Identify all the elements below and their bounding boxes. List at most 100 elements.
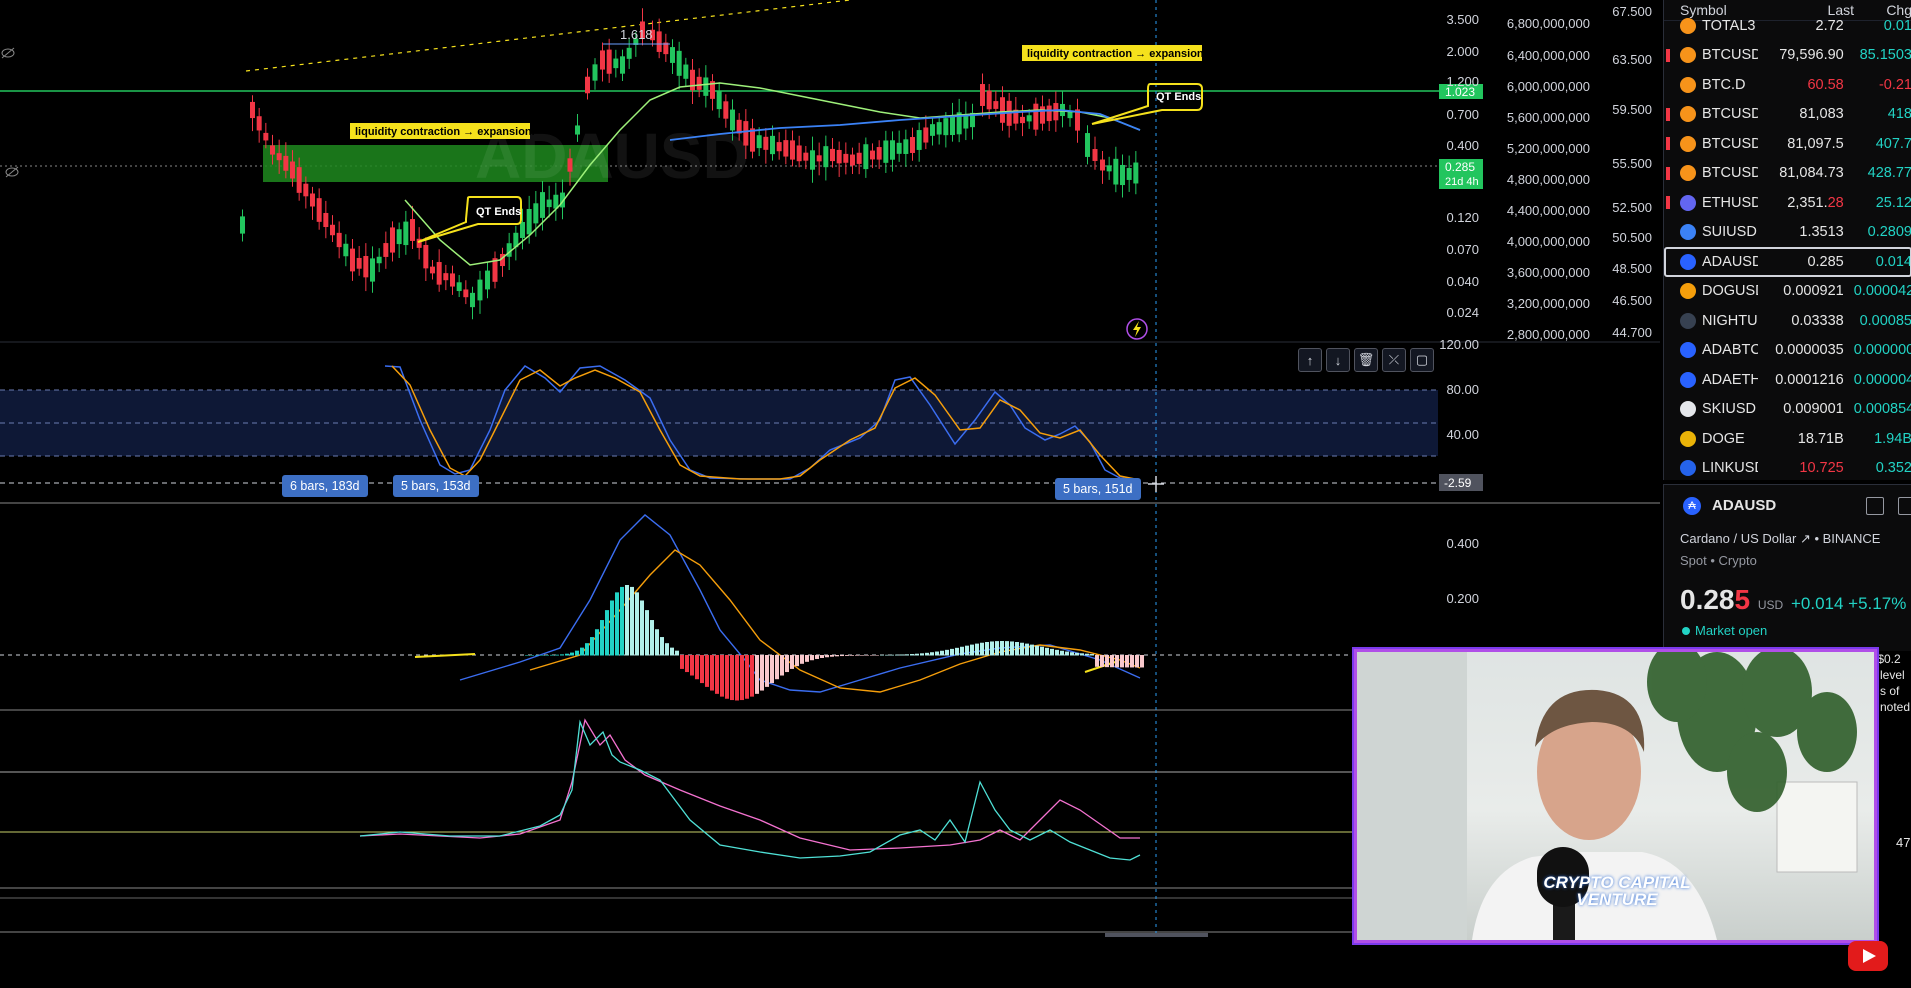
watchlist-row[interactable]: DOGE 18.71B 1.94B bbox=[1664, 424, 1911, 454]
watchlist-last: 2,351.28 bbox=[1787, 194, 1844, 211]
night-icon bbox=[1680, 312, 1696, 329]
watchlist-chg: 0.00085 bbox=[1859, 312, 1911, 329]
watchlist-row[interactable]: BTCUSD 81,097.5 407.7 bbox=[1664, 129, 1911, 159]
watchlist-chg: 0.000004 bbox=[1853, 371, 1911, 388]
axis-tick-label: 6,800,000,000 bbox=[1507, 16, 1590, 31]
cardano-icon bbox=[1680, 253, 1696, 270]
watchlist-last: 0.03338 bbox=[1791, 312, 1844, 329]
watchlist-symbol: BTCUSD bbox=[1702, 135, 1759, 152]
edit-icon[interactable] bbox=[1898, 497, 1911, 515]
axis-tick-label: 59.500 bbox=[1612, 102, 1652, 117]
watchlist-row[interactable]: ADABTC 0.0000035 0.000000 bbox=[1664, 336, 1911, 366]
watchlist-row[interactable]: LINKUSD 10.725 0.352 bbox=[1664, 454, 1911, 481]
liquidity-label: liquidity contraction → expansion. bbox=[355, 126, 535, 138]
rsi-axis[interactable]: 120.00 80.00 40.00 bbox=[1439, 337, 1479, 442]
cap-axis[interactable]: 6,800,000,000 6,400,000,000 6,000,000,000 5… bbox=[1507, 16, 1590, 342]
axis-tick-label: 44.700 bbox=[1612, 325, 1652, 340]
bar-count-label: 6 bars, 183d bbox=[282, 475, 368, 497]
watchlist-panel[interactable]: Symbol Last Chg TOTAL3 2.72 0.01 BTCUSD 79,5… bbox=[1663, 0, 1911, 480]
watchlist-chg: -0.21 bbox=[1878, 76, 1911, 93]
watchlist-last: 0.285 bbox=[1807, 253, 1844, 270]
watchlist-row[interactable]: NIGHTUSD 0.03338 0.00085 bbox=[1664, 306, 1911, 336]
liquidity-label: liquidity contraction → expansion. bbox=[1027, 48, 1207, 60]
watchlist-symbol: DOGUSD bbox=[1702, 283, 1758, 300]
axis-tick-label: 4,400,000,000 bbox=[1507, 203, 1590, 218]
watchlist-row[interactable]: SKIUSD 0.009001 0.000854 bbox=[1664, 395, 1911, 425]
details-symbol[interactable]: ADAUSD bbox=[1712, 497, 1776, 514]
visibility-icon[interactable] bbox=[5, 166, 19, 178]
maximize-pane-button[interactable]: ▢ bbox=[1410, 348, 1434, 372]
axis-tick-label: 5,200,000,000 bbox=[1507, 141, 1590, 156]
price-now-countdown: 21d 4h bbox=[1445, 176, 1479, 188]
axis-tick-label: 0.070 bbox=[1446, 242, 1479, 257]
watchlist-chg: 418 bbox=[1887, 106, 1911, 123]
watchlist-symbol: SUIUSD bbox=[1702, 224, 1757, 241]
axis-tick-label: 6,400,000,000 bbox=[1507, 48, 1590, 63]
watchlist-row[interactable]: ADAUSD 0.285 0.014 bbox=[1664, 247, 1911, 277]
visibility-icon[interactable] bbox=[1, 47, 15, 59]
watchlist-last: 10.725 bbox=[1799, 460, 1844, 477]
details-name: Cardano / US Dollar ↗ • BINANCE bbox=[1680, 531, 1881, 546]
side-note: noted bbox=[1880, 700, 1911, 714]
watchlist-chg: 0.352 bbox=[1875, 460, 1911, 477]
webcam-overlay: CRYPTO CAPITAL VENTURE bbox=[1354, 649, 1877, 943]
watchlist-chg: 0.2809 bbox=[1867, 224, 1911, 241]
watchlist-chg: 0.000854 bbox=[1853, 401, 1911, 418]
watchlist-last: 0.0000035 bbox=[1775, 342, 1844, 359]
watchlist-row[interactable]: ADAETH 0.0001216 0.000004 bbox=[1664, 365, 1911, 395]
watchlist-chg: 85.1503 bbox=[1859, 47, 1911, 64]
details-price: 0.285 USD +0.014 +5.17% bbox=[1680, 584, 1907, 615]
watchlist-last: 0.0001216 bbox=[1775, 371, 1844, 388]
watchlist-row[interactable]: TOTAL3 2.72 0.01 bbox=[1664, 11, 1911, 41]
watchlist-symbol: BTCUSD bbox=[1702, 106, 1759, 123]
fib-label: 1.618 bbox=[620, 27, 653, 42]
watchlist-last: 79,596.90 bbox=[1779, 47, 1844, 64]
collapse-pane-button[interactable]: ⤫ bbox=[1382, 348, 1406, 372]
side-note: level bbox=[1880, 668, 1905, 682]
watchlist-row[interactable]: BTC.D 60.58 -0.21 bbox=[1664, 70, 1911, 100]
watchlist-last: 81,084.73 bbox=[1779, 165, 1844, 182]
move-down-button[interactable]: ↓ bbox=[1326, 348, 1350, 372]
flag-icon[interactable] bbox=[1666, 48, 1670, 62]
watchlist-last: 18.71B bbox=[1797, 430, 1844, 447]
flag-icon[interactable] bbox=[1666, 107, 1670, 121]
watchlist-chg: 0.014 bbox=[1875, 253, 1911, 270]
axis-tick-label: 50.500 bbox=[1612, 230, 1652, 245]
youtube-icon[interactable] bbox=[1848, 941, 1888, 971]
move-up-button[interactable]: ↑ bbox=[1298, 348, 1322, 372]
dog-icon bbox=[1680, 283, 1696, 300]
axis-tick-label: 4,000,000,000 bbox=[1507, 234, 1590, 249]
watchlist-symbol: BTCUSD bbox=[1702, 47, 1759, 64]
bitcoin-icon bbox=[1680, 47, 1696, 64]
watchlist-last: 0.000921 bbox=[1783, 283, 1844, 300]
watchlist-symbol: ETHUSD bbox=[1702, 194, 1759, 211]
flag-icon[interactable] bbox=[1666, 137, 1670, 150]
secondary-axis[interactable]: 67.500 63.500 59.500 55.500 52.500 50.500 48.5… bbox=[1612, 4, 1652, 340]
watchlist-row[interactable]: DOGUSD 0.000921 0.000042 bbox=[1664, 277, 1911, 307]
side-number: 47 bbox=[1896, 835, 1911, 850]
macd-axis[interactable]: 0.400 0.200 bbox=[1446, 536, 1479, 606]
watchlist-row[interactable]: BTCUSD 81,083 418 bbox=[1664, 100, 1911, 130]
macd-histogram bbox=[525, 585, 1144, 701]
rsi-value-tag-text: -2.59 bbox=[1444, 476, 1472, 490]
axis-tick-label: 48.500 bbox=[1612, 261, 1652, 276]
brand-logo: CRYPTO CAPITAL VENTURE bbox=[1543, 873, 1691, 909]
watchlist-symbol: BTCUSD bbox=[1702, 165, 1759, 182]
watchlist-row[interactable]: BTCUSD 81,084.73 428.77 bbox=[1664, 159, 1911, 189]
crosshair-icon bbox=[1148, 476, 1164, 492]
watchlist-row[interactable]: ETHUSD 2,351.28 25.12 bbox=[1664, 188, 1911, 218]
watchlist-row[interactable]: SUIUSD 1.3513 0.2809 bbox=[1664, 218, 1911, 248]
cardano-icon: ₳ bbox=[1683, 497, 1701, 515]
rsi-band bbox=[0, 390, 1438, 456]
axis-tick-label: 0.120 bbox=[1446, 210, 1479, 225]
axis-tick-label: 2.000 bbox=[1446, 44, 1479, 59]
watchlist-chg: 428.77 bbox=[1867, 165, 1911, 182]
flag-icon[interactable] bbox=[1666, 166, 1670, 180]
axis-tick-label: 80.00 bbox=[1446, 382, 1479, 397]
flag-icon[interactable] bbox=[1666, 196, 1670, 209]
watchlist-row[interactable]: BTCUSD 79,596.90 85.1503 bbox=[1664, 41, 1911, 71]
bitcoin-icon bbox=[1680, 165, 1696, 182]
delete-pane-button[interactable]: 🗑 bbox=[1354, 348, 1378, 372]
ethereum-icon bbox=[1680, 194, 1696, 211]
grid-icon[interactable] bbox=[1866, 497, 1884, 515]
